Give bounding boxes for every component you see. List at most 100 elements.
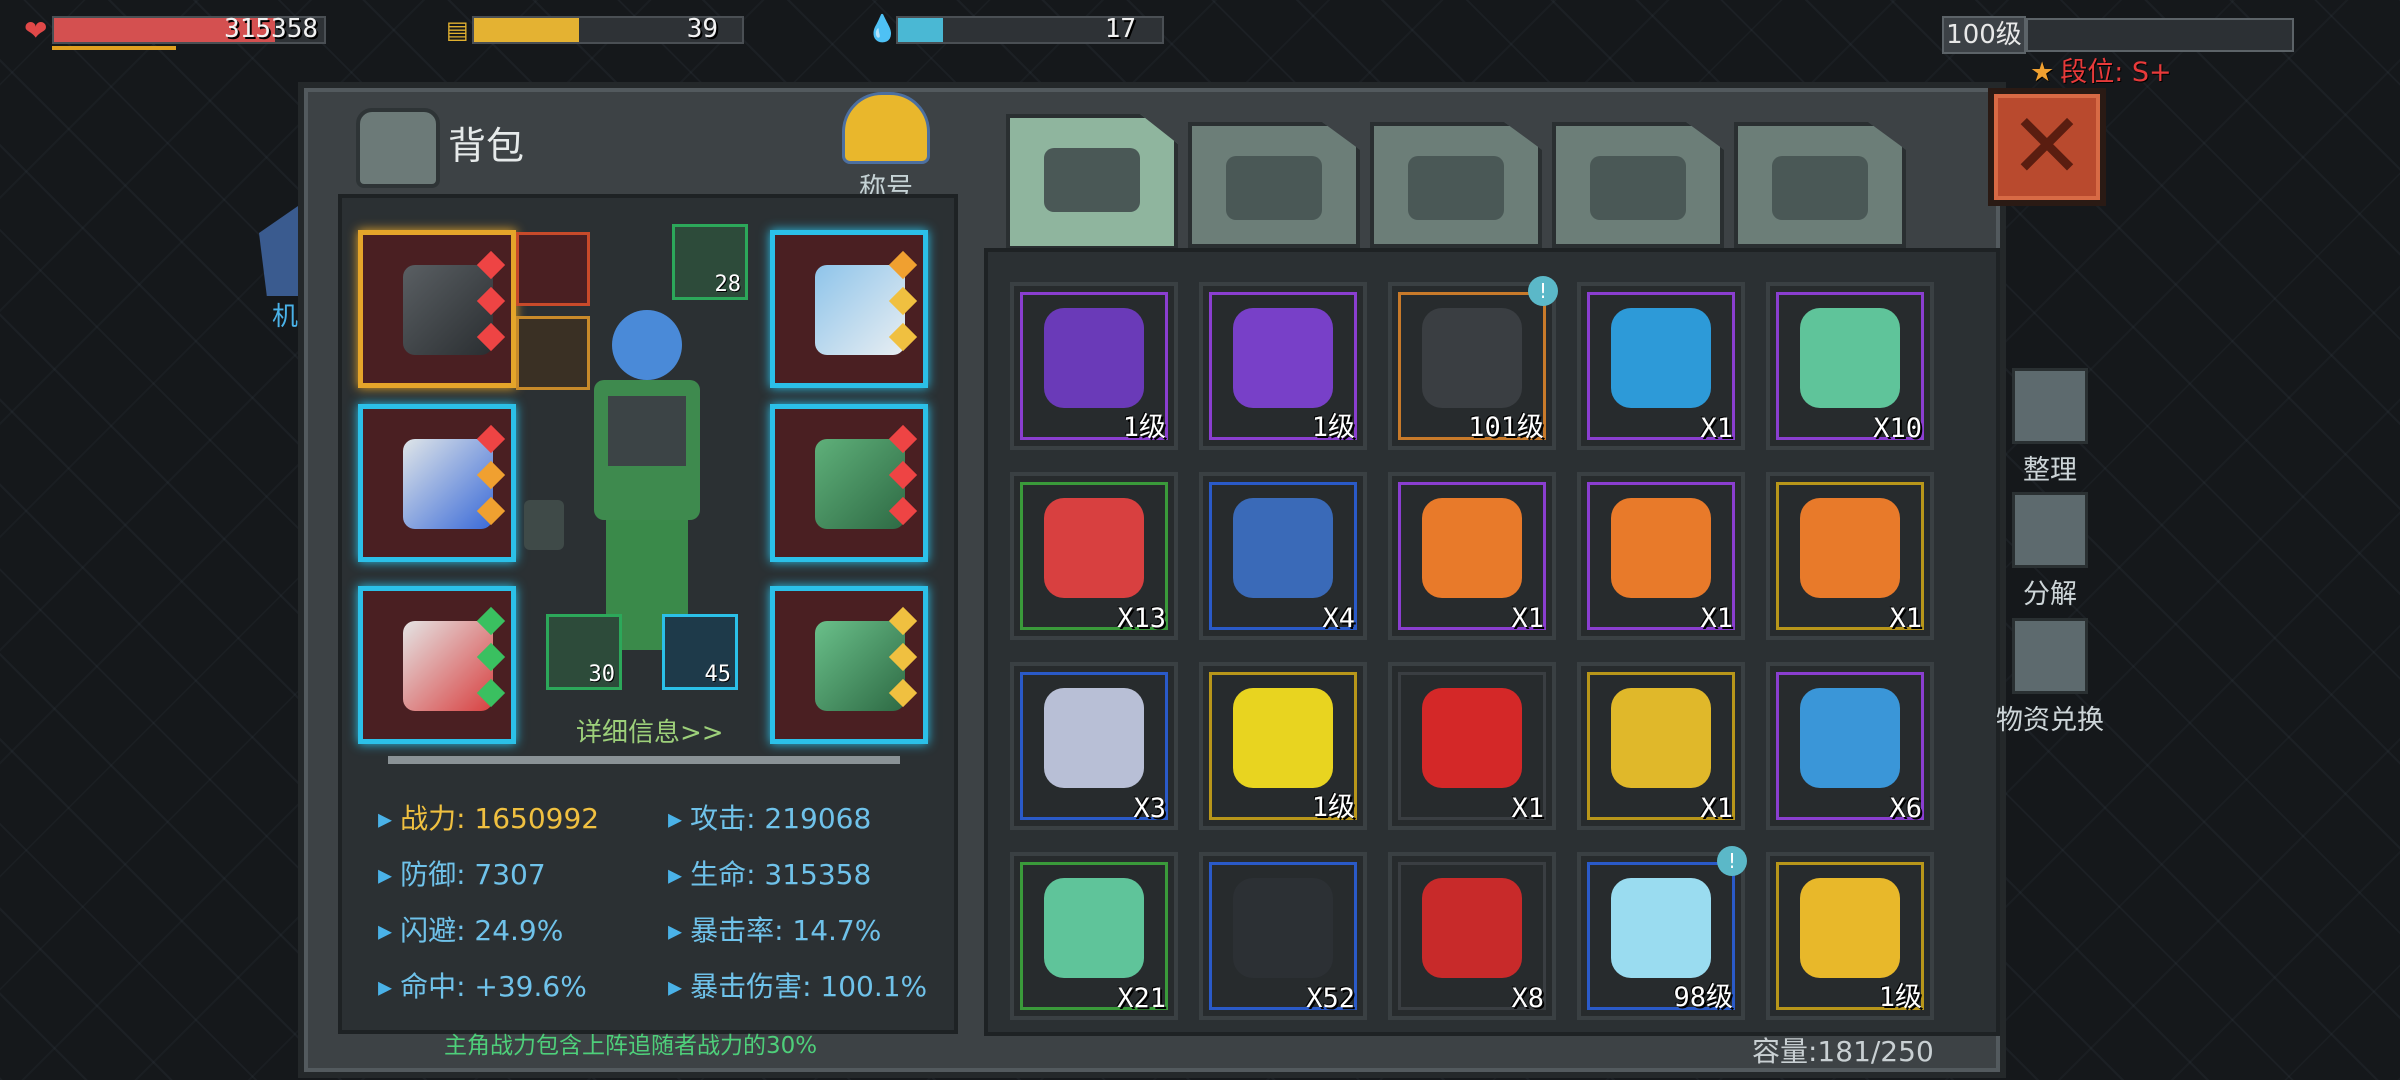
tab-tools[interactable] <box>1734 122 1906 248</box>
backpack-title-icon <box>356 108 440 188</box>
secondary-weapon-slot[interactable] <box>516 232 590 306</box>
water-icon: 💧 <box>866 14 899 44</box>
inventory-item[interactable]: X4 <box>1199 472 1367 640</box>
inventory-item[interactable]: X1 <box>1388 472 1556 640</box>
arrow-icon: ▸ <box>378 914 393 947</box>
stat-crit-rate: ▸ 暴击率: 14.7% <box>668 909 881 949</box>
microchip-icon <box>1233 878 1333 978</box>
inventory-item[interactable]: X1 <box>1766 472 1934 640</box>
battery-count: 28 <box>714 272 742 297</box>
item-count: X52 <box>1306 983 1355 1014</box>
chip-count: 45 <box>704 662 732 687</box>
stat-dodge: ▸ 闪避: 24.9% <box>378 909 563 949</box>
chip-slot[interactable]: 45 <box>662 614 738 690</box>
pants-icon <box>815 621 905 711</box>
item-count: 1级 <box>1122 412 1166 443</box>
health-device-icon <box>1044 878 1144 978</box>
upgrade-chip-icon <box>1800 498 1900 598</box>
tool-blueprint-icon <box>1800 688 1900 788</box>
inventory-item[interactable]: X1 <box>1577 472 1745 640</box>
tab-medkit[interactable] <box>1188 122 1360 248</box>
stat-crit-rate-text: 暴击率: 14.7% <box>690 914 882 947</box>
sort-button[interactable]: 整理 <box>2000 368 2100 487</box>
exchange-button[interactable]: 物资兑换 <box>1994 618 2106 737</box>
item-count: X1 <box>1700 413 1733 444</box>
inventory-item[interactable]: X3 <box>1010 662 1178 830</box>
armor-slot[interactable] <box>770 404 928 562</box>
hp-underline <box>52 46 176 50</box>
inventory-item[interactable]: X10 <box>1766 282 1934 450</box>
pistol-icon <box>1422 308 1522 408</box>
arrow-icon: ▸ <box>668 858 683 891</box>
capsule-icon <box>1233 498 1333 598</box>
close-icon: ✕ <box>2009 94 2085 199</box>
target-chip-gold-icon <box>1233 688 1333 788</box>
apples-icon <box>1422 878 1522 978</box>
inventory-item[interactable]: 1级 <box>1199 662 1367 830</box>
energy-bar: 39 <box>472 14 744 44</box>
tab-weapons[interactable] <box>1552 122 1724 248</box>
item-count: 1级 <box>1311 412 1355 443</box>
power-note: 主角战力包含上阵追随者战力的30% <box>444 1033 818 1059</box>
target-chip-icon <box>1233 308 1333 408</box>
arrow-icon: ▸ <box>668 802 683 835</box>
weapon-slot[interactable] <box>358 230 516 388</box>
item-count: X10 <box>1873 413 1922 444</box>
stat-crit-damage-text: 暴击伤害: 100.1% <box>690 970 928 1003</box>
item-count: 98级 <box>1673 982 1733 1013</box>
shoes-icon <box>403 621 493 711</box>
item-count: X21 <box>1117 983 1166 1014</box>
item-count: X8 <box>1511 983 1544 1014</box>
battery-slot[interactable]: 28 <box>672 224 748 300</box>
shoes-slot[interactable] <box>358 586 516 744</box>
backpack-icon <box>1044 148 1140 212</box>
item-count: X4 <box>1322 603 1355 634</box>
energy-bar-fill <box>474 18 579 42</box>
weapon-device-icon <box>1044 498 1144 598</box>
item-count: 1级 <box>1878 982 1922 1013</box>
stat-dodge-text: 闪避: 24.9% <box>400 914 564 947</box>
honor-button[interactable]: 称号 <box>840 92 932 205</box>
pants-slot[interactable] <box>770 586 928 744</box>
inventory-item[interactable]: X1 <box>1577 282 1745 450</box>
helmet-slot[interactable] <box>770 230 928 388</box>
crystal-icon <box>1422 688 1522 788</box>
stat-accuracy: ▸ 命中: +39.6% <box>378 965 587 1005</box>
stat-attack-text: 攻击: 219068 <box>690 802 872 835</box>
inventory-item[interactable]: 101级! <box>1388 276 1558 450</box>
detail-info-link[interactable]: 详细信息>> <box>576 712 724 749</box>
gold-crate-icon <box>1611 688 1711 788</box>
stat-life: ▸ 生命: 315358 <box>668 853 871 893</box>
tab-materials[interactable] <box>1370 122 1542 248</box>
inventory-item[interactable]: X8 <box>1388 852 1556 1020</box>
inventory-item[interactable]: 98级! <box>1577 846 1747 1020</box>
arrow-icon: ▸ <box>668 914 683 947</box>
item-count: X13 <box>1117 603 1166 634</box>
stat-crit-damage: ▸ 暴击伤害: 100.1% <box>668 965 927 1005</box>
heart-icon: ❤ <box>24 14 48 47</box>
item-count: 1级 <box>1311 792 1355 823</box>
wrench-icon <box>1772 156 1868 220</box>
inventory-item[interactable]: X1 <box>1388 662 1556 830</box>
crossbow-icon <box>403 265 493 355</box>
stat-defense-text: 防御: 7307 <box>400 858 546 891</box>
close-button[interactable]: ✕ <box>1988 88 2106 206</box>
inventory-item[interactable]: X6 <box>1766 662 1934 830</box>
stat-power-text: 战力: 1650992 <box>400 802 600 835</box>
inventory-item[interactable]: X21 <box>1010 852 1178 1020</box>
stat-accuracy-text: 命中: +39.6% <box>400 970 587 1003</box>
arrow-icon: ▸ <box>378 802 393 835</box>
energy-icon: ▤ <box>446 16 469 44</box>
dismantle-button[interactable]: 分解 <box>2000 492 2100 611</box>
inventory-item[interactable]: 1级 <box>1010 282 1178 450</box>
core-slot[interactable]: 30 <box>546 614 622 690</box>
tab-backpack[interactable] <box>1006 114 1178 250</box>
inventory-item[interactable]: X52 <box>1199 852 1367 1020</box>
item-count: 101级 <box>1468 412 1544 443</box>
inventory-item[interactable]: 1级 <box>1766 852 1934 1020</box>
inventory-item[interactable]: X13 <box>1010 472 1178 640</box>
gloves-slot[interactable] <box>358 404 516 562</box>
inventory-item[interactable]: 1级 <box>1199 282 1367 450</box>
arrow-icon: ▸ <box>378 970 393 1003</box>
inventory-item[interactable]: X1 <box>1577 662 1745 830</box>
